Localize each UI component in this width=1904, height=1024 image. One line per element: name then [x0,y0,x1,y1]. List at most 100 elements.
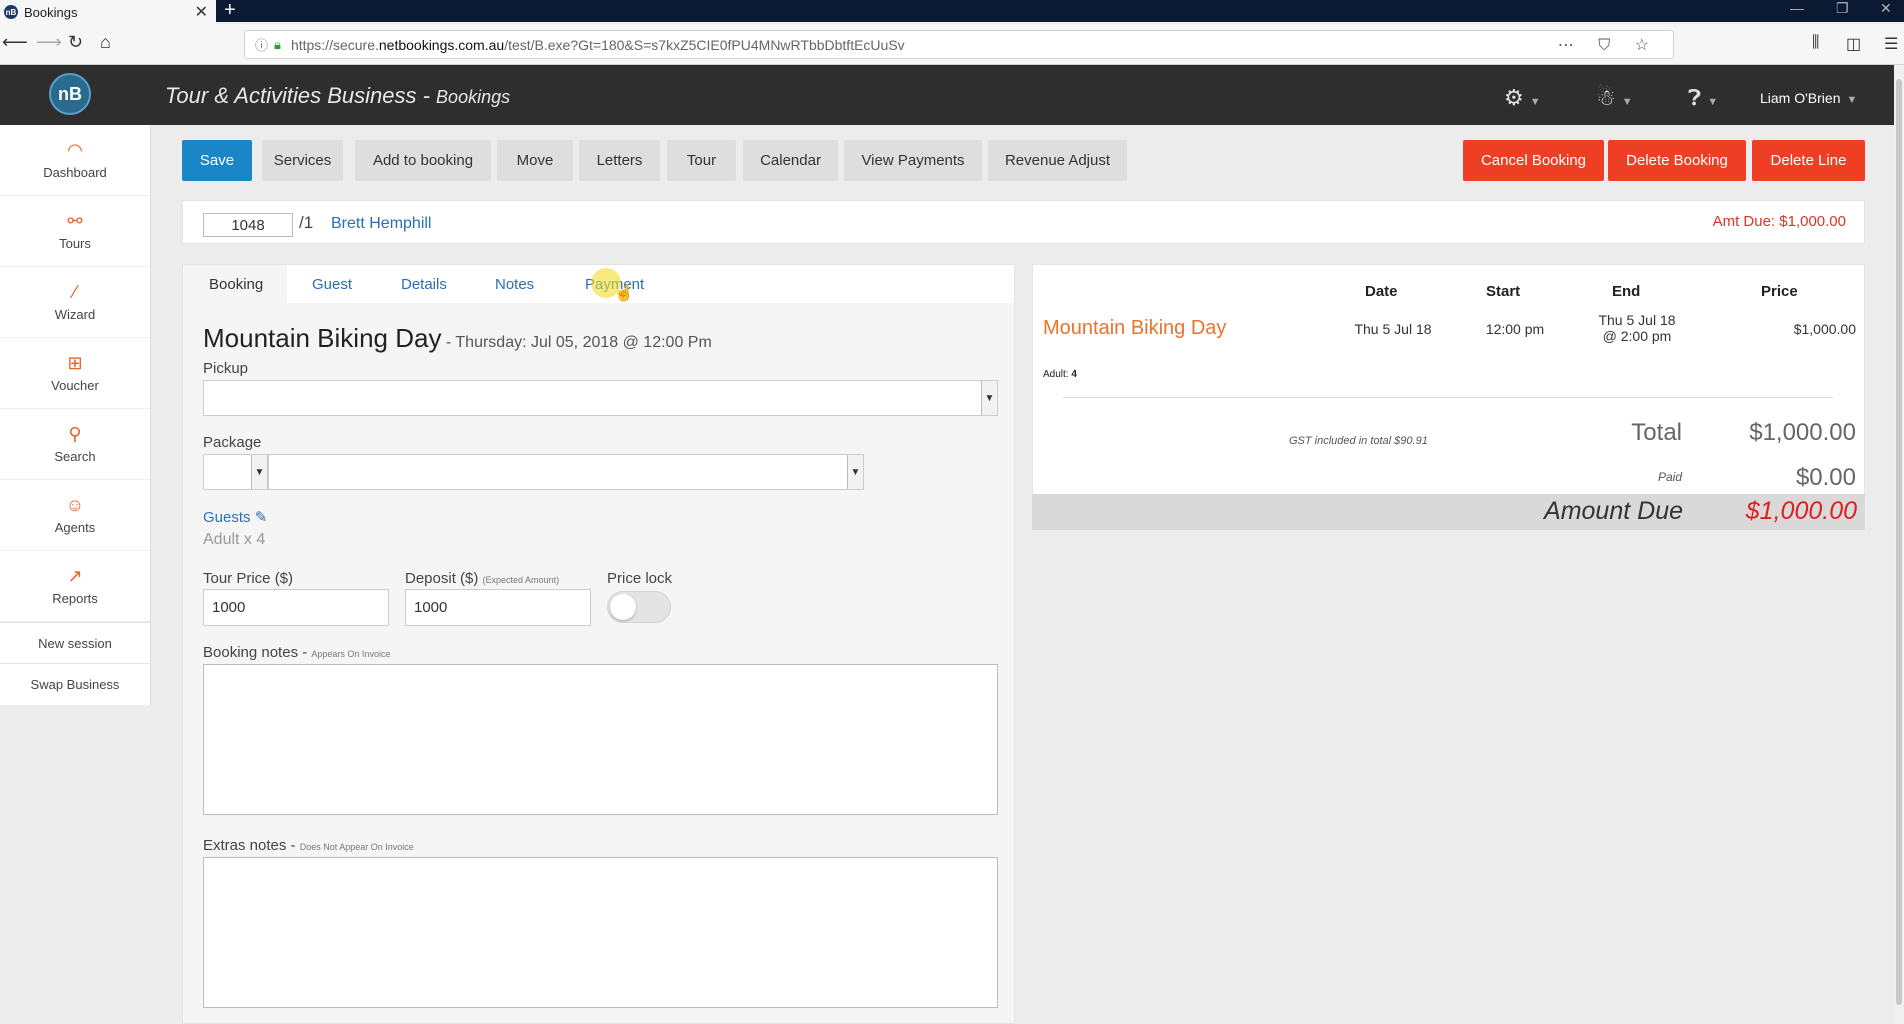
tab-booking[interactable]: Booking [209,276,263,293]
deposit-input[interactable]: 1000 [405,589,591,626]
services-button[interactable]: Services [262,140,343,181]
user-agent-icon[interactable]: ☃ ▼ [1596,85,1633,111]
sidebar-item-wizard[interactable]: ⁄ Wizard [0,267,150,338]
site-favicon-icon: nB [4,5,18,19]
wizard-icon: ⁄ [73,281,77,302]
library-icon[interactable]: ⫼ [1812,34,1819,52]
scrollbar-thumb[interactable] [1896,79,1902,1005]
new-session-link[interactable]: New session [0,622,150,663]
sidebar-item-search[interactable]: ⚲ Search [0,409,150,480]
paid-value: $0.00 [1795,464,1856,491]
add-to-booking-button[interactable]: Add to booking [355,140,491,181]
booking-header: 1048 /1 Brett Hemphill Amt Due: $1,000.0… [182,200,1865,244]
extras-notes-label: Extras notes - Does Not Appear On Invoic… [203,837,414,854]
tour-price-input[interactable]: 1000 [203,589,389,626]
site-info-icon[interactable]: ⓘ [255,35,268,54]
delete-booking-button[interactable]: Delete Booking [1608,140,1746,181]
price-lock-toggle[interactable] [607,591,671,623]
sidebar-toggle-icon[interactable]: ◫ [1846,34,1861,54]
sidebar: ◠ Dashboard ⚯ Tours ⁄ Wizard ⊞ Voucher ⚲… [0,125,151,705]
home-icon[interactable]: ⌂ [100,32,111,53]
minimize-icon[interactable]: — [1790,0,1804,16]
revenue-adjust-button[interactable]: Revenue Adjust [988,140,1127,181]
summary-price: $1,000.00 [1793,321,1856,337]
summary-service-link[interactable]: Mountain Biking Day [1043,317,1226,340]
netbookings-logo[interactable]: nB [49,73,91,115]
chevron-down-icon: ▼ [1621,96,1633,108]
tab-close-icon[interactable]: ✕ [195,2,208,22]
delete-line-button[interactable]: Delete Line [1752,140,1865,181]
customer-name-link[interactable]: Brett Hemphill [331,215,431,233]
tab-details[interactable]: Details [401,276,447,293]
back-icon[interactable]: ⟵ [2,32,28,53]
tab-notes[interactable]: Notes [495,276,534,293]
help-icon[interactable]: ❓︎ ▼ [1688,85,1718,111]
view-payments-button[interactable]: View Payments [844,140,982,181]
sidebar-item-tours[interactable]: ⚯ Tours [0,196,150,267]
guests-summary: Adult x 4 [203,531,266,548]
booking-ref-input[interactable]: 1048 [203,213,293,237]
deposit-label-text: Deposit ($) [405,570,479,587]
forward-icon[interactable]: ⟶ [36,32,62,53]
summary-end-time: @ 2:00 pm [1602,328,1672,344]
booking-notes-note: Appears On Invoice [311,649,391,659]
save-button[interactable]: Save [182,140,252,181]
package-type-select[interactable]: ▼ [203,454,268,490]
chevron-down-icon: ▼ [847,455,863,489]
browser-tab-bar: nB Bookings ✕ + — ❐ ✕ [0,0,1904,24]
move-button[interactable]: Move [497,140,573,181]
url-prefix: https://secure. [290,36,379,53]
agents-icon: ☺ [65,494,85,515]
summary-divider [1063,397,1833,398]
sidebar-item-reports[interactable]: ↗ Reports [0,551,150,622]
search-icon: ⚲ [68,423,82,444]
chevron-down-icon: ▼ [251,455,267,489]
new-tab-button[interactable]: + [224,0,236,22]
sidebar-item-agents[interactable]: ☺ Agents [0,480,150,551]
tour-button[interactable]: Tour [667,140,736,181]
sidebar-item-label: Voucher [51,377,99,393]
tours-icon: ⚯ [67,210,83,231]
url-bar[interactable]: ⓘ 🔒︎ https://secure. netbookings.com.au/t… [244,30,1674,59]
guests-label: Guests [203,509,251,526]
package-select[interactable]: ▼ [268,454,864,490]
paid-label: Paid [1657,470,1682,484]
extras-notes-note: Does Not Appear On Invoice [299,842,414,852]
sidebar-item-voucher[interactable]: ⊞ Voucher [0,338,150,409]
swap-business-link[interactable]: Swap Business [0,663,150,704]
cancel-booking-button[interactable]: Cancel Booking [1463,140,1604,181]
page-actions-icon[interactable]: ⋯ ⛉ ☆ [1558,35,1659,55]
letters-button[interactable]: Letters [579,140,660,181]
window-close-icon[interactable]: ✕ [1880,0,1892,17]
user-menu[interactable]: Liam O'Brien ▼ [1760,90,1857,106]
pickup-label: Pickup [203,360,249,377]
service-name: Mountain Biking Day [203,323,442,353]
chevron-down-icon: ▼ [1846,94,1858,106]
tab-guest[interactable]: Guest [312,276,352,293]
browser-tab-title: Bookings [24,4,78,20]
pickup-select[interactable]: ▼ [203,380,998,416]
price-lock-label: Price lock [607,570,673,587]
reload-icon[interactable]: ↻ [68,32,83,53]
tour-price-label: Tour Price ($) [203,570,294,587]
sidebar-item-label: Wizard [54,306,96,322]
extras-notes-textarea[interactable] [203,857,998,1008]
browser-tab[interactable]: nB Bookings ✕ [0,0,216,24]
sidebar-item-label: Search [54,448,96,464]
guests-edit-link[interactable]: Guests ✎ [203,508,267,526]
booking-notes-textarea[interactable] [203,664,998,815]
restore-icon[interactable]: ❐ [1836,0,1849,17]
summary-end-date: Thu 5 Jul 18 [1598,312,1676,328]
menu-icon[interactable]: ☰ [1884,34,1898,54]
title-separator: - [416,83,437,108]
date-column-header: Date [1365,283,1398,300]
summary-date: Thu 5 Jul 18 [1354,321,1432,337]
package-label: Package [203,434,262,451]
sidebar-item-dashboard[interactable]: ◠ Dashboard [0,125,150,196]
calendar-button[interactable]: Calendar [743,140,838,181]
voucher-icon: ⊞ [67,352,83,373]
settings-gear-icon[interactable]: ⚙ ▼ [1504,85,1541,111]
page-scrollbar[interactable] [1894,65,1904,1024]
sidebar-item-label: Agents [54,519,96,535]
service-title: Mountain Biking Day - Thursday: Jul 05, … [203,323,712,354]
